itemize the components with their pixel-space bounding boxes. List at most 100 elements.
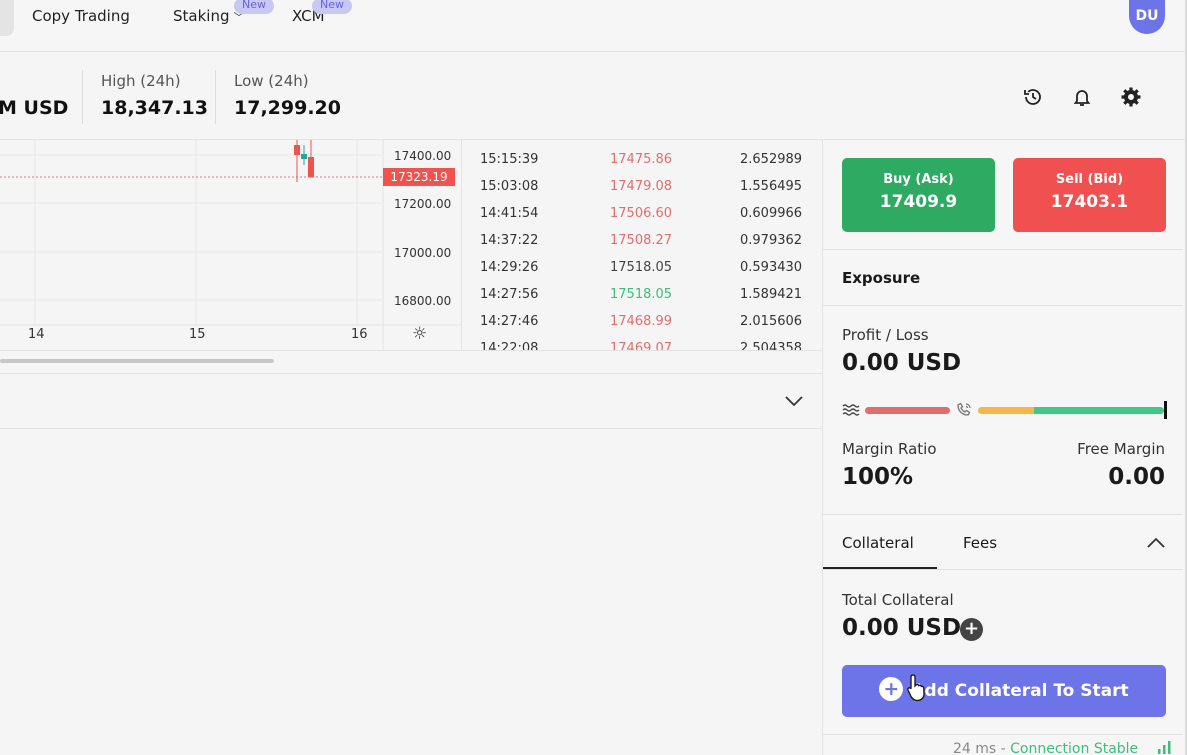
sell-label: Sell (Bid) [1055, 172, 1124, 187]
trade-price: 17506.60 [610, 206, 673, 221]
trade-row: 14:29:26 17518.05 0.593430 [462, 260, 822, 287]
plus-circle-icon: + [879, 677, 904, 701]
trade-time: 14:41:54 [480, 206, 539, 221]
hand-cursor-icon [907, 674, 925, 702]
nav-left-tab[interactable] [0, 0, 14, 36]
low-value: 17,299.20 [234, 97, 341, 119]
total-collateral-value: 0.00 USD [842, 615, 962, 641]
price-axis-label: 17400.00 [394, 149, 452, 163]
margin-gauge-warning [978, 407, 1034, 414]
nav-item-label: Copy Trading [32, 7, 130, 25]
trade-price: 17475.86 [610, 152, 673, 167]
exposure-title: Exposure [842, 269, 921, 287]
add-collateral-button[interactable]: + Add Collateral To Start [842, 665, 1166, 717]
connection-status-text: Connection Stable [1010, 741, 1139, 755]
trade-price: 17468.99 [610, 314, 673, 329]
margin-gauge-safe [1034, 407, 1164, 414]
trade-price: 17518.05 [610, 287, 673, 302]
margin-ratio-label: Margin Ratio [842, 440, 937, 458]
high-value: 18,347.13 [101, 97, 208, 119]
candle [294, 140, 300, 182]
high-label: High (24h) [101, 72, 181, 90]
gear-icon[interactable] [1120, 86, 1142, 108]
liquidation-waves-icon [842, 404, 860, 416]
buy-button[interactable]: Buy (Ask) 17409.9 [842, 158, 995, 232]
price-axis-label: 17200.00 [394, 197, 452, 211]
nav-item-staking[interactable]: Staking ﹀ New [173, 0, 274, 25]
signal-icon [1158, 741, 1171, 754]
avatar[interactable]: DU [1129, 0, 1165, 34]
trade-time: 15:03:08 [480, 179, 539, 194]
nav-item-xcm[interactable]: XCM New [292, 0, 352, 25]
low-label: Low (24h) [234, 72, 309, 90]
free-margin-label: Free Margin [1077, 440, 1165, 458]
connection-status: 24 ms - Connection Stable [953, 741, 1138, 755]
trade-time: 14:22:08 [480, 341, 539, 350]
buy-price: 17409.9 [879, 192, 958, 212]
price-axis-label: 17000.00 [394, 246, 452, 260]
trade-qty: 0.609966 [740, 206, 803, 221]
divider [0, 350, 822, 351]
pair-label: M USD [0, 97, 69, 119]
trade-qty: 2.504358 [740, 341, 803, 350]
trade-qty: 1.556495 [740, 179, 803, 194]
margin-ratio-value: 100% [842, 464, 914, 490]
price-chart[interactable]: 17400.00 17200.00 17000.00 16800.00 1732… [0, 140, 462, 350]
trade-price: 17479.08 [610, 179, 673, 194]
add-collateral-plus-icon[interactable]: + [960, 618, 983, 641]
divider [823, 569, 1183, 570]
sell-price: 17403.1 [1050, 192, 1129, 212]
new-badge: New [234, 0, 274, 14]
divider [215, 70, 216, 124]
margin-gauge-marker [1164, 401, 1167, 419]
profit-loss-value: 0.00 USD [842, 350, 962, 376]
collapsed-panel-bar[interactable] [0, 373, 822, 429]
trade-row: 14:22:08 17469.07 2.504358 [462, 341, 822, 350]
divider [823, 514, 1183, 515]
add-collateral-label: Add Collateral To Start [911, 681, 1129, 701]
divider [823, 249, 1183, 250]
tab-fees[interactable]: Fees [963, 534, 997, 552]
chevron-up-icon[interactable] [1145, 532, 1167, 554]
trade-time: 14:29:26 [480, 260, 539, 275]
horizontal-scrollbar[interactable] [0, 359, 274, 363]
total-collateral-label: Total Collateral [842, 591, 954, 609]
trade-time: 15:15:39 [480, 152, 539, 167]
trade-time: 14:37:22 [480, 233, 539, 248]
history-icon[interactable] [1022, 86, 1044, 108]
trade-qty: 2.015606 [740, 314, 803, 329]
divider [823, 305, 1183, 306]
chart-settings-icon[interactable]: ☼ [412, 324, 427, 344]
date-axis-label: 16 [351, 327, 368, 342]
margin-gauge-danger [865, 407, 950, 414]
trade-time: 14:27:56 [480, 287, 539, 302]
trade-price: 17469.07 [610, 341, 673, 350]
bell-icon[interactable] [1071, 86, 1093, 108]
price-axis-label: 16800.00 [394, 294, 452, 308]
order-panel: Buy (Ask) 17409.9 Sell (Bid) 17403.1 Exp… [822, 140, 1183, 755]
trade-row: 14:41:54 17506.60 0.609966 [462, 206, 822, 233]
sell-button[interactable]: Sell (Bid) 17403.1 [1013, 158, 1166, 232]
tab-collateral[interactable]: Collateral [842, 534, 914, 552]
trade-row: 14:37:22 17508.27 0.979362 [462, 233, 822, 260]
top-nav: Copy Trading Staking ﹀ New XCM New DU [0, 0, 1187, 52]
nav-item-label: Staking [173, 7, 230, 25]
trade-row: 14:27:56 17518.05 1.589421 [462, 287, 822, 314]
latency: 24 ms - [953, 741, 1011, 755]
trade-row: 14:27:46 17468.99 2.015606 [462, 314, 822, 341]
date-axis-label: 14 [28, 327, 45, 342]
trade-qty: 0.593430 [740, 260, 803, 275]
buy-label: Buy (Ask) [883, 172, 954, 187]
recent-trades: 15:15:39 17475.86 2.652989 15:03:08 1747… [462, 140, 822, 350]
trade-price: 17508.27 [610, 233, 673, 248]
date-axis-label: 15 [189, 327, 206, 342]
chevron-down-icon[interactable] [783, 390, 805, 412]
trade-row: 15:03:08 17479.08 1.556495 [462, 179, 822, 206]
candle [301, 145, 307, 165]
ticker-bar: M USD High (24h) 18,347.13 Low (24h) 17,… [0, 52, 1187, 140]
divider [823, 734, 1183, 735]
nav-item-copy-trading[interactable]: Copy Trading [32, 7, 130, 25]
current-price-tag: 17323.19 [383, 168, 455, 186]
new-badge: New [312, 0, 352, 14]
trade-row: 15:15:39 17475.86 2.652989 [462, 152, 822, 179]
